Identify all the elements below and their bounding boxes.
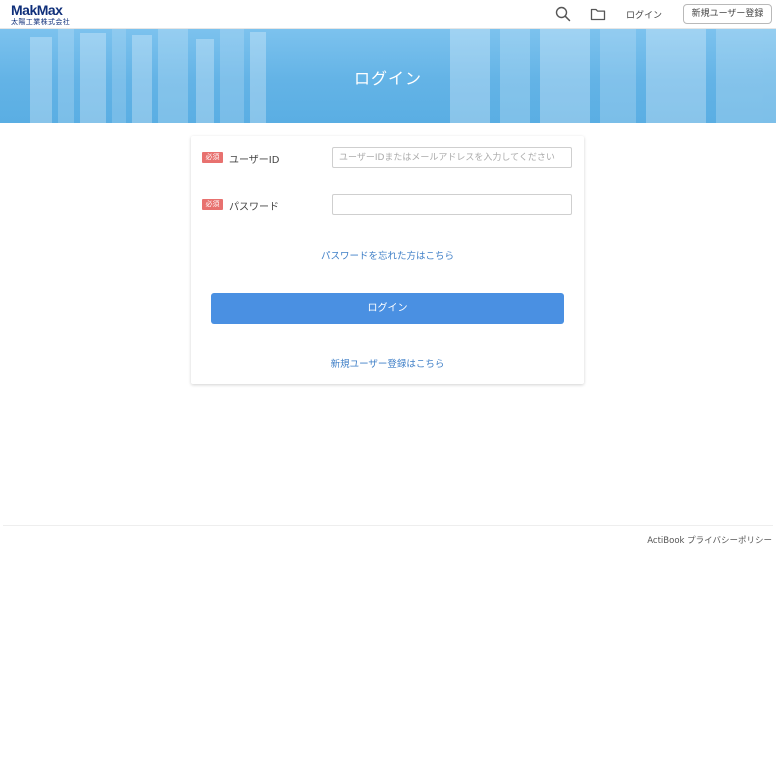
logo-main-text: MakMax [11, 2, 63, 18]
logo-sub-text: 太陽工業株式会社 [11, 18, 71, 26]
footer-divider [3, 525, 773, 526]
privacy-policy-link[interactable]: プライバシーポリシー [687, 536, 772, 546]
folder-icon[interactable] [590, 6, 606, 22]
password-label: パスワード [229, 202, 279, 213]
password-input[interactable] [332, 194, 572, 215]
footer-brand-link[interactable]: ActiBook [647, 536, 684, 546]
register-link[interactable]: 新規ユーザー登録はこちら [191, 356, 584, 370]
makmax-logo[interactable]: MakMax 太陽工業株式会社 [11, 3, 71, 27]
footer: ActiBook プライバシーポリシー [647, 534, 772, 546]
required-badge-password: 必須 [202, 199, 223, 210]
page-banner: ログイン [0, 29, 776, 123]
header-login-link[interactable]: ログイン [626, 8, 662, 21]
login-form-card: 必須 ユーザーID 必須 パスワード パスワードを忘れた方はこちら ログイン 新… [191, 136, 584, 384]
login-button[interactable]: ログイン [211, 293, 564, 324]
userid-label: ユーザーID [229, 155, 280, 166]
forgot-password-link[interactable]: パスワードを忘れた方はこちら [191, 248, 584, 262]
top-header: MakMax 太陽工業株式会社 ログイン 新規ユーザー登録 [0, 0, 776, 29]
search-icon[interactable] [555, 6, 571, 22]
userid-input[interactable] [332, 147, 572, 168]
page-title: ログイン [353, 69, 422, 88]
required-badge-userid: 必須 [202, 152, 223, 163]
header-register-button[interactable]: 新規ユーザー登録 [683, 4, 772, 24]
